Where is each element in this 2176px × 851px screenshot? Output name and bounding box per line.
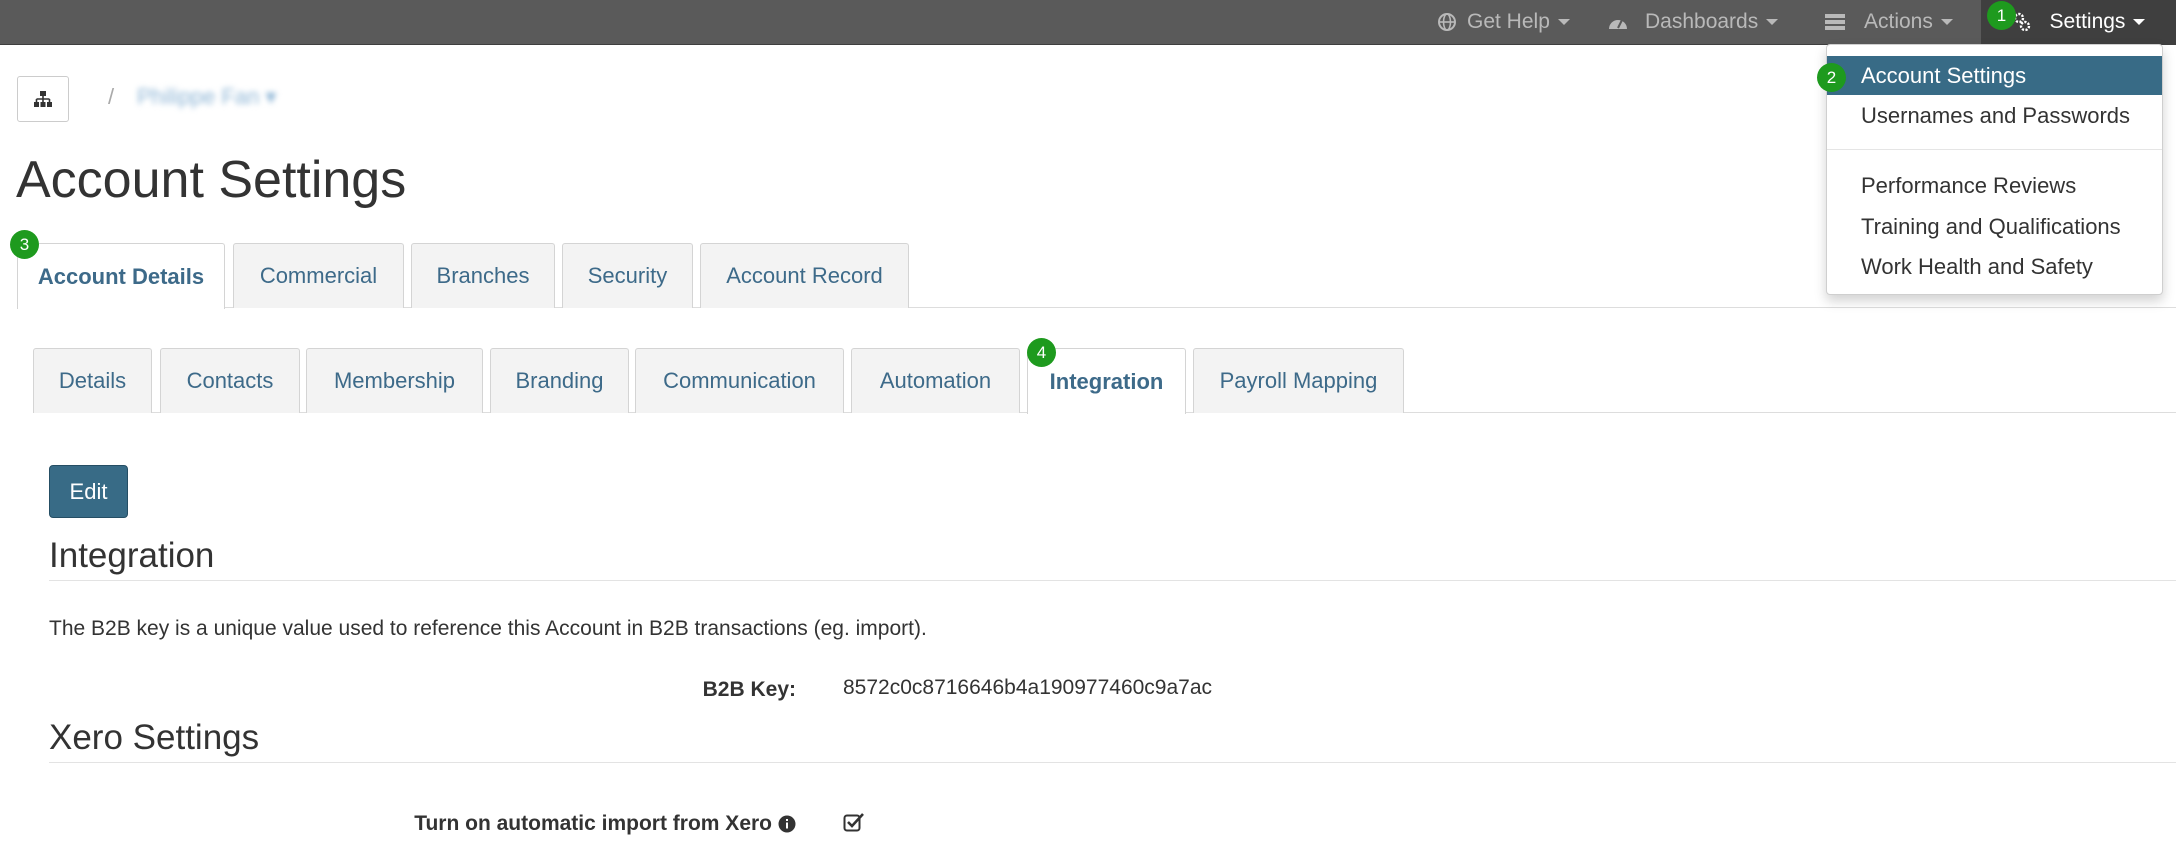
tab-membership[interactable]: Membership <box>306 348 483 413</box>
get-help-label: Get Help <box>1467 10 1550 33</box>
breadcrumb-separator: / <box>108 84 115 109</box>
server-icon <box>1825 14 1845 30</box>
dashboard-icon <box>1609 19 1627 29</box>
tab-account-details[interactable]: Account Details <box>17 243 225 309</box>
menu-item-training-qualifications[interactable]: Training and Qualifications <box>1827 207 2162 246</box>
dashboards-menu[interactable]: Dashboards <box>1607 0 1779 44</box>
menu-item-usernames-passwords[interactable]: Usernames and Passwords <box>1827 96 2162 135</box>
hierarchy-button[interactable] <box>17 76 69 122</box>
sitemap-icon <box>34 91 52 107</box>
info-circle-icon[interactable] <box>778 815 796 833</box>
actions-label: Actions <box>1864 10 1933 33</box>
step-badge-3: 3 <box>10 230 39 259</box>
settings-label: Settings <box>2049 10 2126 33</box>
tab-contacts[interactable]: Contacts <box>160 348 300 413</box>
b2b-key-label: B2B Key: <box>702 678 796 701</box>
xero-settings-heading: Xero Settings <box>49 718 260 757</box>
chevron-down-icon <box>2133 19 2146 25</box>
actions-menu[interactable]: Actions <box>1824 0 1953 44</box>
get-help-menu[interactable]: Get Help <box>1437 0 1570 44</box>
auto-import-field: Turn on automatic import from Xero <box>300 812 796 836</box>
tab-payroll-mapping[interactable]: Payroll Mapping <box>1193 348 1404 413</box>
tab-account-record[interactable]: Account Record <box>700 243 909 308</box>
tab-branding[interactable]: Branding <box>490 348 629 413</box>
step-badge-2: 2 <box>1817 63 1846 92</box>
page-title: Account Settings <box>16 151 407 209</box>
edit-button[interactable]: Edit <box>49 465 128 518</box>
breadcrumb-account-link[interactable]: Philippe Fan ▾ <box>137 84 276 110</box>
chevron-down-icon <box>1557 19 1570 25</box>
chevron-down-icon <box>1940 19 1953 25</box>
globe-icon <box>1438 13 1456 31</box>
settings-dropdown: Account Settings Usernames and Passwords… <box>1826 44 2163 295</box>
integration-heading-rule <box>49 580 2176 581</box>
tab-details[interactable]: Details <box>33 348 152 413</box>
menu-item-performance-reviews[interactable]: Performance Reviews <box>1827 166 2162 205</box>
tab-commercial[interactable]: Commercial <box>233 243 404 308</box>
menu-divider <box>1827 149 2162 150</box>
menu-item-account-settings[interactable]: Account Settings <box>1827 56 2162 95</box>
step-badge-4: 4 <box>1027 338 1056 367</box>
b2b-key-value: 8572c0c8716646b4a190977460c9a7ac <box>843 676 1213 699</box>
checked-checkbox-icon <box>843 813 864 832</box>
menu-item-work-health-safety[interactable]: Work Health and Safety <box>1827 247 2162 286</box>
chevron-down-icon <box>1766 19 1779 25</box>
dashboards-label: Dashboards <box>1645 10 1759 33</box>
tab-security[interactable]: Security <box>562 243 693 308</box>
auto-import-label: Turn on automatic import from Xero <box>414 812 772 835</box>
step-badge-1: 1 <box>1987 1 2016 30</box>
tab-communication[interactable]: Communication <box>635 348 844 413</box>
top-navbar: Get Help Dashboards Actions Settings <box>0 0 2176 45</box>
tab-branches[interactable]: Branches <box>411 243 555 308</box>
tab-automation[interactable]: Automation <box>851 348 1020 413</box>
integration-heading: Integration <box>49 536 215 575</box>
xero-heading-rule <box>49 762 2176 763</box>
b2b-description: The B2B key is a unique value used to re… <box>49 617 927 640</box>
